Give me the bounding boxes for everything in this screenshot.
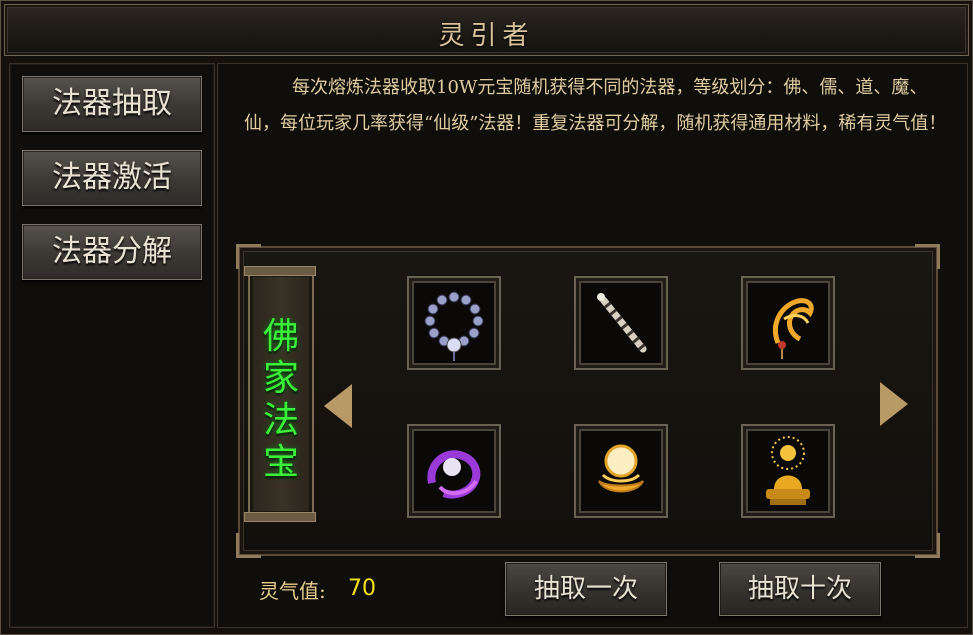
artifact-slot-6[interactable]: [741, 424, 835, 518]
sidebar-item-draw[interactable]: 法器抽取: [22, 76, 202, 132]
window-title: 灵引者: [438, 21, 535, 51]
artifact-slot-3[interactable]: [741, 276, 835, 370]
category-scroll: 佛家法宝: [244, 266, 316, 522]
category-label: 佛家法宝: [262, 316, 299, 483]
scroll-cap-top: [244, 266, 316, 276]
prev-page-arrow-icon[interactable]: [324, 384, 352, 428]
artifact-slot-2[interactable]: [574, 276, 668, 370]
draw-ten-button[interactable]: 抽取十次: [719, 562, 881, 616]
points-label: 灵气值:: [259, 579, 326, 603]
sidebar: 法器抽取 法器激活 法器分解: [9, 63, 215, 628]
scroll-cap-bottom: [244, 512, 316, 522]
artifact-slot-5[interactable]: [574, 424, 668, 518]
prayer-beads-icon: [424, 291, 484, 361]
points-value: 70: [348, 576, 376, 601]
sidebar-item-decompose[interactable]: 法器分解: [22, 224, 202, 280]
artifact-slot-1[interactable]: [407, 276, 501, 370]
title-bar: 灵引者: [4, 4, 969, 56]
panel-corner-ornament: [236, 533, 261, 558]
artifact-slot-4[interactable]: [407, 424, 501, 518]
sidebar-item-activate[interactable]: 法器激活: [22, 150, 202, 206]
sutra-rod-icon: [597, 293, 647, 353]
panel-corner-ornament: [915, 533, 940, 558]
description-text: 每次熔炼法器收取10W元宝随机获得不同的法器，等级划分：佛、儒、道、魔、仙，每位…: [244, 77, 947, 134]
next-page-arrow-icon[interactable]: [880, 382, 908, 426]
golden-ring-icon: [598, 444, 644, 493]
golden-phoenix-icon: [773, 298, 814, 359]
golden-buddha-icon: [766, 436, 810, 505]
panel-corner-ornament: [915, 244, 940, 269]
purple-flame-orb-icon: [427, 450, 481, 499]
draw-once-button[interactable]: 抽取一次: [505, 562, 667, 616]
